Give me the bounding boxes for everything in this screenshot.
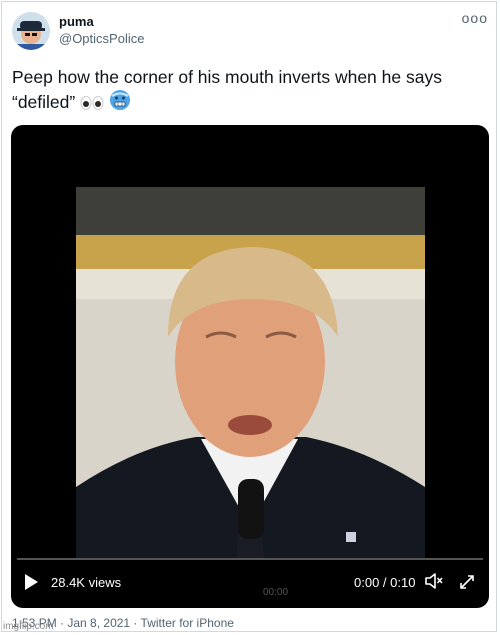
meta-separator: · (130, 616, 141, 630)
user-handle[interactable]: @OpticsPolice (59, 31, 144, 46)
eyes-emoji-icon (80, 94, 104, 117)
tweet-date[interactable]: Jan 8, 2021 (67, 616, 130, 630)
imgflip-watermark: imgflip.com (3, 621, 54, 632)
display-name[interactable]: puma (59, 14, 94, 29)
video-frame-image (76, 187, 425, 558)
meta-separator: · (56, 616, 68, 630)
video-time: 0:00 / 0:10 (354, 575, 416, 590)
tweet-text-block: Peep how the corner of his mouth inverts… (12, 66, 492, 117)
tweet-source[interactable]: Twitter for iPhone (141, 616, 234, 630)
cold-face-emoji-icon (109, 89, 131, 117)
play-icon[interactable] (23, 573, 39, 591)
tweet-text: Peep how the corner of his mouth inverts… (12, 67, 442, 112)
volume-icon[interactable] (424, 572, 444, 590)
avatar-image (12, 12, 50, 50)
video-progress-bar[interactable] (17, 558, 483, 560)
video-watermark: 00:00 (263, 587, 289, 598)
fullscreen-icon[interactable] (458, 573, 476, 591)
more-options-icon[interactable]: ooo (462, 10, 488, 26)
avatar[interactable] (12, 12, 50, 50)
video-player[interactable]: 28.4K views 00:00 0:00 / 0:10 (11, 125, 489, 608)
view-count: 28.4K views (51, 575, 122, 590)
